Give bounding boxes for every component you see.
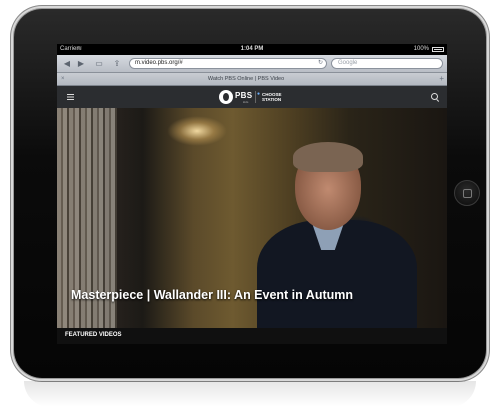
pbs-logo-sub: kids — [243, 100, 249, 104]
back-icon[interactable]: ◀ — [61, 58, 73, 69]
choose-station-button[interactable]: CHOOSE STATION — [262, 92, 282, 102]
url-field[interactable]: m.video.pbs.org/# ↻ — [129, 58, 327, 69]
location-pin-icon: ● — [257, 91, 261, 97]
featured-videos-bar: FEATURED VIDEOS — [57, 328, 447, 344]
status-bar: Carrier ≋ 1:04 PM 100% — [57, 44, 447, 55]
battery-icon — [432, 47, 444, 52]
hero-title[interactable]: Masterpiece | Wallander III: An Event in… — [71, 288, 441, 302]
hero-video[interactable]: Masterpiece | Wallander III: An Event in… — [57, 108, 447, 328]
share-icon[interactable]: ⇪ — [111, 58, 123, 69]
search-icon[interactable] — [431, 93, 438, 100]
choose-station-line2: STATION — [262, 97, 282, 102]
home-square-icon — [463, 189, 472, 198]
header-divider — [255, 91, 256, 103]
featured-videos-label: FEATURED VIDEOS — [65, 332, 122, 338]
forward-icon[interactable]: ▶ — [75, 58, 87, 69]
reload-icon[interactable]: ↻ — [318, 59, 323, 68]
hero-light — [167, 116, 227, 146]
device-reflection — [24, 381, 476, 407]
clock: 1:04 PM — [240, 46, 264, 52]
screen: Carrier ≋ 1:04 PM 100% ◀ ▶ ▭ ⇪ m.video.p… — [57, 44, 447, 344]
hero-person-hair — [293, 142, 363, 172]
bookmarks-icon[interactable]: ▭ — [93, 58, 105, 69]
url-text: m.video.pbs.org/# — [135, 60, 183, 66]
pbs-logo-text: PBS — [235, 91, 253, 100]
battery-percent: 100% — [413, 46, 429, 52]
pbs-header: PBS kids ● CHOOSE STATION — [57, 86, 447, 108]
browser-toolbar: ◀ ▶ ▭ ⇪ m.video.pbs.org/# ↻ Google — [57, 55, 447, 73]
pbs-logo-icon[interactable] — [219, 90, 233, 104]
menu-icon[interactable] — [67, 94, 74, 100]
search-field[interactable]: Google — [331, 58, 443, 69]
tab-bar: × Watch PBS Online | PBS Video + — [57, 73, 447, 86]
new-tab-icon[interactable]: + — [439, 73, 444, 85]
tab-current[interactable]: Watch PBS Online | PBS Video — [57, 73, 435, 85]
home-button[interactable] — [454, 180, 480, 206]
